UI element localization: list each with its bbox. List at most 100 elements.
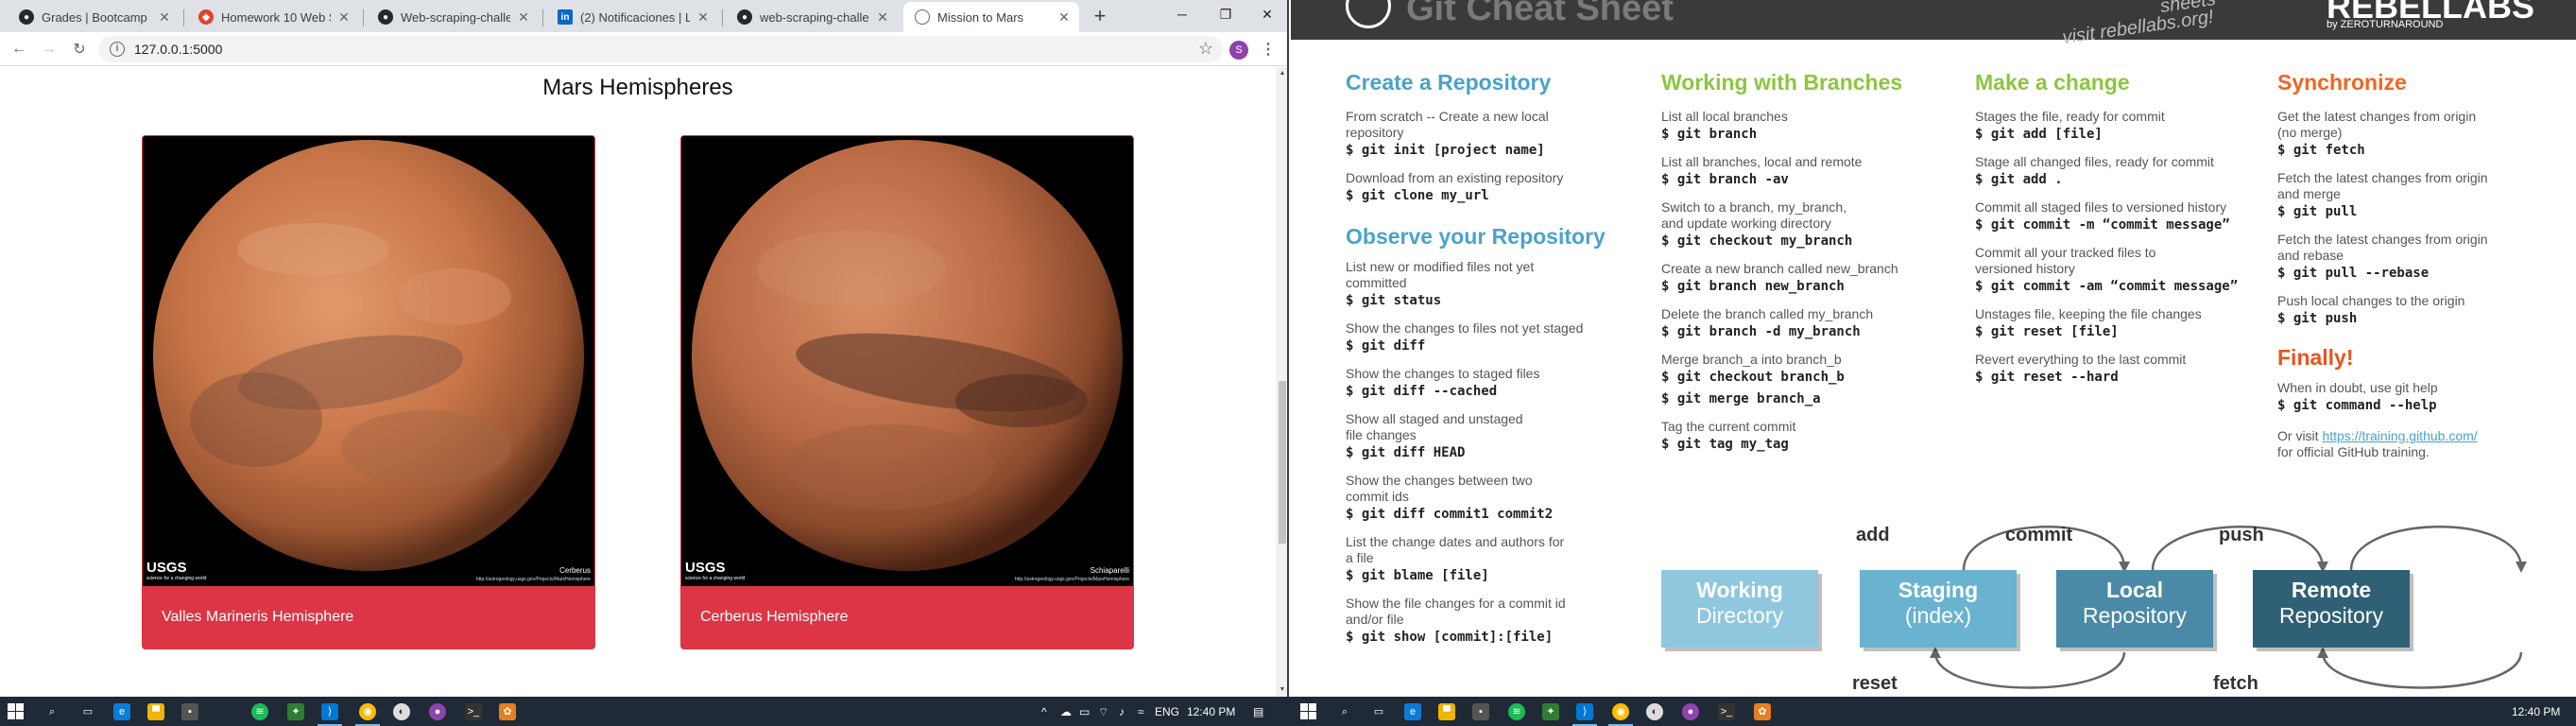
app-icon[interactable]: ◐ bbox=[1646, 703, 1663, 720]
app-icon[interactable]: ◐ bbox=[393, 703, 410, 720]
tab-title: (2) Notificaciones | LinkedIn bbox=[580, 9, 690, 25]
forward-icon[interactable]: → bbox=[38, 38, 60, 60]
back-icon[interactable]: ← bbox=[8, 38, 30, 60]
taskbar-clock[interactable]: 12:40 PM bbox=[1187, 705, 1235, 718]
flow-working-directory: Working Directory bbox=[1661, 570, 1818, 648]
terminal-icon[interactable]: >_ bbox=[1718, 703, 1735, 720]
tab-title: Grades | Bootcamp Spot bbox=[42, 9, 151, 25]
chrome-menu-icon[interactable]: ⋮ bbox=[1261, 40, 1276, 59]
app-icon[interactable]: ✦ bbox=[1542, 703, 1559, 720]
gitlab-icon: ◆ bbox=[198, 9, 214, 25]
file-explorer-icon[interactable]: ▀ bbox=[147, 703, 164, 720]
vscode-icon[interactable]: ⟩ bbox=[318, 703, 342, 726]
browser-tab[interactable]: ◆ Homework 10 Web Scraping ✕ bbox=[187, 2, 359, 32]
close-tab-icon[interactable]: ✕ bbox=[336, 9, 352, 26]
hemisphere-title: Cerberus Hemisphere bbox=[681, 586, 1133, 648]
vertical-scrollbar[interactable]: ▲ ▼ bbox=[1276, 67, 1287, 697]
profile-avatar[interactable]: S bbox=[1229, 41, 1248, 60]
language-indicator[interactable]: ENG bbox=[1155, 705, 1179, 718]
task-view-icon[interactable]: ▭ bbox=[79, 703, 96, 720]
tab-title: Web-scraping-challenge bbox=[401, 9, 510, 25]
new-tab-button[interactable]: + bbox=[1089, 6, 1111, 28]
url-text[interactable]: 127.0.0.1:5000 bbox=[134, 42, 222, 57]
linkedin-icon: in bbox=[558, 9, 573, 25]
chrome-icon[interactable]: ◉ bbox=[355, 703, 380, 726]
flow-label-fetch: fetch bbox=[2213, 673, 2258, 694]
flow-label-add: add bbox=[1856, 525, 1890, 545]
scrollbar-thumb[interactable] bbox=[1279, 381, 1286, 544]
browser-tab[interactable]: in (2) Notificaciones | LinkedIn ✕ bbox=[546, 2, 718, 32]
page-viewport: Mars Hemispheres USGS science for a chan… bbox=[0, 67, 1276, 697]
cheat-sheet-viewer: Git Cheat Sheet sheets visit rebellabs.o… bbox=[1291, 0, 2576, 697]
terminal-icon[interactable]: >_ bbox=[465, 703, 482, 720]
scroll-down-icon[interactable]: ▼ bbox=[1276, 683, 1287, 697]
browser-toolbar: ← → ↻ i 127.0.0.1:5000 ☆ S ⋮ bbox=[0, 32, 1287, 66]
browser-tab-active[interactable]: Mission to Mars ✕ bbox=[903, 2, 1079, 32]
tray-battery-icon[interactable]: ▭ bbox=[1079, 705, 1090, 718]
flow-local-repository: Local Repository bbox=[2056, 570, 2213, 648]
app-icon[interactable]: ✿ bbox=[499, 703, 516, 720]
browser-tab[interactable]: ● Web-scraping-challenge ✕ bbox=[367, 2, 539, 32]
reload-icon[interactable]: ↻ bbox=[68, 38, 91, 60]
github-icon: ● bbox=[378, 9, 393, 25]
desktop: ● Grades | Bootcamp Spot ✕ ◆ Homework 10… bbox=[0, 0, 2576, 726]
spotify-icon[interactable]: ≋ bbox=[251, 703, 268, 720]
tray-network-icon[interactable]: ⌔ bbox=[1098, 705, 1108, 719]
store-icon[interactable]: ▪ bbox=[1472, 703, 1489, 720]
chrome-icon[interactable]: ◉ bbox=[1608, 703, 1633, 726]
search-icon[interactable]: ⌕ bbox=[1336, 703, 1353, 720]
usgs-logo: USGS science for a changing world bbox=[685, 560, 746, 581]
spotify-icon[interactable]: ≋ bbox=[1508, 703, 1525, 720]
notification-icon[interactable]: ▤ bbox=[1253, 705, 1263, 718]
hemisphere-card: USGS science for a changing world Schiapa… bbox=[680, 135, 1134, 649]
image-credit: Schiaparelli bbox=[1090, 566, 1129, 575]
hemisphere-image[interactable]: USGS science for a changing world Cerberu… bbox=[143, 136, 594, 586]
taskbar-clock[interactable]: 12:40 PM bbox=[2512, 705, 2560, 718]
task-view-icon[interactable]: ▭ bbox=[1370, 703, 1387, 720]
browser-tab[interactable]: ● web-scraping-challenge ✕ bbox=[726, 2, 898, 32]
flow-label-push: push bbox=[2219, 525, 2264, 545]
app-icon[interactable]: ● bbox=[1682, 703, 1699, 720]
windows-start-icon[interactable] bbox=[8, 703, 24, 719]
tray-wifi-icon[interactable]: ≈ bbox=[1138, 705, 1144, 718]
close-tab-icon[interactable]: ✕ bbox=[696, 9, 711, 26]
tab-strip: ● Grades | Bootcamp Spot ✕ ◆ Homework 10… bbox=[0, 0, 1287, 32]
app-icon[interactable]: ● bbox=[429, 703, 446, 720]
tray-volume-icon[interactable]: ♪ bbox=[1119, 705, 1125, 718]
search-icon[interactable]: ⌕ bbox=[43, 703, 60, 720]
flow-label-commit: commit bbox=[2005, 525, 2073, 545]
flow-label-reset: reset bbox=[1852, 673, 1898, 694]
taskbar-left: ⌕ ▭ e ▀ ▪ ≋ ✦ ⟩ ◉ ◐ ● >_ ✿ ^ ☁ ▭ ⌔ ♪ ≈ E… bbox=[0, 697, 1291, 726]
site-info-icon[interactable]: i bbox=[110, 42, 125, 57]
close-tab-icon[interactable]: ✕ bbox=[1056, 9, 1072, 26]
usgs-logo: USGS science for a changing world bbox=[146, 560, 207, 581]
taskbar-right: ⌕ ▭ e ▀ ▪ ≋ ✦ ⟩ ◉ ◐ ● >_ ✿ 12:40 PM bbox=[1291, 697, 2576, 726]
image-credit: Cerberus bbox=[559, 566, 591, 575]
flow-remote-repository: Remote Repository bbox=[2253, 570, 2410, 648]
app-icon[interactable]: ✿ bbox=[1754, 703, 1771, 720]
close-tab-icon[interactable]: ✕ bbox=[157, 9, 172, 26]
address-bar[interactable]: i 127.0.0.1:5000 ☆ bbox=[98, 36, 1223, 62]
scroll-up-icon[interactable]: ▲ bbox=[1276, 67, 1287, 80]
vscode-icon[interactable]: ⟩ bbox=[1572, 703, 1597, 726]
close-tab-icon[interactable]: ✕ bbox=[516, 9, 531, 26]
windows-start-icon[interactable] bbox=[1300, 703, 1316, 719]
minimize-icon[interactable]: ─ bbox=[1160, 0, 1204, 28]
store-icon[interactable]: ▪ bbox=[181, 703, 198, 720]
tray-chevron-icon[interactable]: ^ bbox=[1041, 705, 1047, 718]
file-explorer-icon[interactable]: ▀ bbox=[1438, 703, 1455, 720]
browser-tab[interactable]: ● Grades | Bootcamp Spot ✕ bbox=[8, 2, 180, 32]
edge-icon[interactable]: e bbox=[1404, 703, 1421, 720]
tab-title: Homework 10 Web Scraping bbox=[221, 9, 331, 25]
edge-icon[interactable]: e bbox=[113, 703, 130, 720]
bookmark-star-icon[interactable]: ☆ bbox=[1198, 39, 1213, 59]
close-tab-icon[interactable]: ✕ bbox=[875, 9, 890, 26]
tray-cloud-icon[interactable]: ☁ bbox=[1060, 705, 1072, 718]
hemisphere-image[interactable]: USGS science for a changing world Schiapa… bbox=[681, 136, 1133, 586]
flow-staging-index: Staging (index) bbox=[1860, 570, 2017, 648]
close-window-icon[interactable]: ✕ bbox=[1245, 0, 1287, 28]
app-icon[interactable]: ✦ bbox=[287, 703, 304, 720]
image-url: http://astrogeology.usgs.gov/Projects/Ma… bbox=[475, 577, 591, 582]
maximize-icon[interactable]: ❐ bbox=[1204, 0, 1247, 28]
hemisphere-card: USGS science for a changing world Cerberu… bbox=[142, 135, 595, 649]
